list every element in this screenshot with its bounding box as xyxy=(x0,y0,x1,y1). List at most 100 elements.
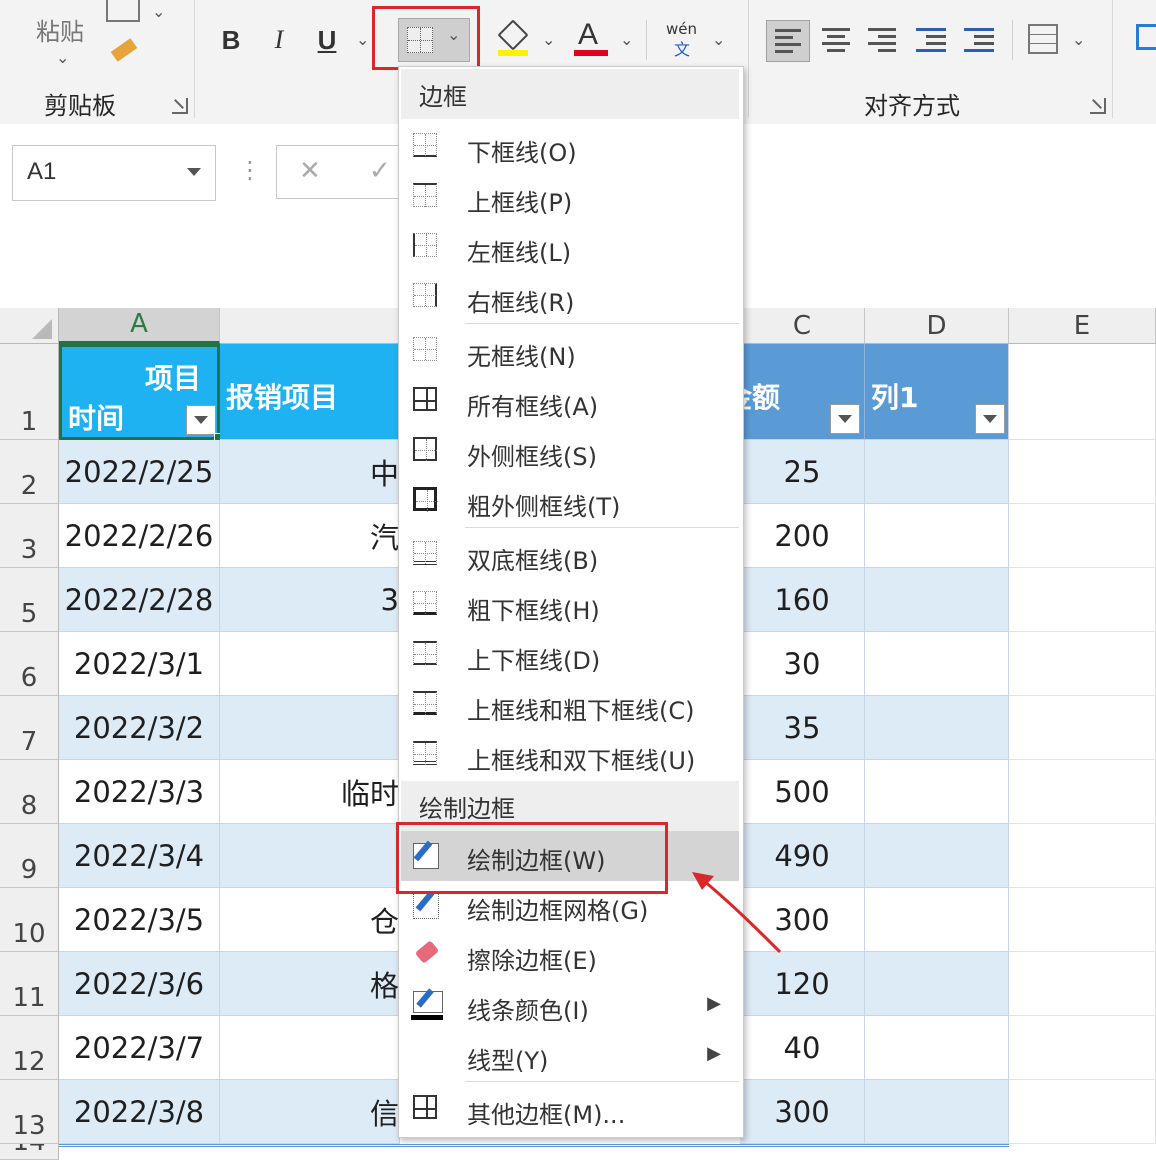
col1-cell[interactable] xyxy=(865,568,1009,632)
cell-e1[interactable] xyxy=(1009,344,1156,440)
date-cell[interactable]: 2022/2/28 xyxy=(59,568,220,632)
empty-cell[interactable] xyxy=(1009,440,1156,504)
row-header[interactable]: 6 xyxy=(0,632,59,696)
phonetic-dropdown-caret[interactable]: ⌄ xyxy=(712,30,725,49)
italic-button[interactable]: I xyxy=(264,22,294,58)
expense-cell[interactable] xyxy=(220,824,400,888)
col1-cell[interactable] xyxy=(865,1080,1009,1144)
menu-item-border-bottom[interactable]: 下框线(O) xyxy=(401,123,739,173)
row-header[interactable]: 8 xyxy=(0,760,59,824)
column-header-b[interactable] xyxy=(220,308,400,344)
col1-cell[interactable] xyxy=(865,440,1009,504)
col1-cell[interactable] xyxy=(865,696,1009,760)
date-cell[interactable]: 2022/3/2 xyxy=(59,696,220,760)
menu-item-border-outside[interactable]: 外侧框线(S) xyxy=(401,427,739,477)
font-color-icon[interactable]: A xyxy=(574,18,608,58)
empty-cell[interactable] xyxy=(1009,952,1156,1016)
menu-item-border-top[interactable]: 上框线(P) xyxy=(401,173,739,223)
expense-cell[interactable]: 汽 xyxy=(220,504,400,568)
bold-button[interactable]: B xyxy=(216,22,246,58)
column-header-d[interactable]: D xyxy=(865,308,1009,344)
column-header-c[interactable]: C xyxy=(740,308,865,344)
amount-cell[interactable]: 25 xyxy=(740,440,865,504)
paste-label[interactable]: 粘贴 xyxy=(36,12,84,47)
menu-item-border-topthick[interactable]: 上框线和粗下框线(C) xyxy=(401,681,739,731)
name-box[interactable]: A1 xyxy=(12,145,216,201)
header-cell-time-item[interactable]: 项目 时间 xyxy=(59,344,225,444)
menu-item-border-all[interactable]: 所有框线(A) xyxy=(401,377,739,427)
menu-item-more-borders[interactable]: 其他边框(M)... xyxy=(401,1085,739,1135)
amount-cell[interactable]: 35 xyxy=(740,696,865,760)
amount-cell[interactable]: 40 xyxy=(740,1016,865,1080)
row-header[interactable]: 1 xyxy=(0,344,59,440)
wrap-text-icon[interactable] xyxy=(1136,24,1156,50)
fill-color-icon[interactable] xyxy=(497,19,529,58)
column-header-a[interactable]: A xyxy=(59,308,220,344)
paste-dropdown-caret[interactable]: ⌄ xyxy=(56,48,69,67)
row-header[interactable]: 5 xyxy=(0,568,59,632)
date-cell[interactable]: 2022/2/26 xyxy=(59,504,220,568)
menu-item-border-right[interactable]: 右框线(R) xyxy=(401,273,739,323)
col1-cell[interactable] xyxy=(865,632,1009,696)
col1-cell[interactable] xyxy=(865,952,1009,1016)
date-cell[interactable]: 2022/3/4 xyxy=(59,824,220,888)
row-header[interactable]: 10 xyxy=(0,888,59,952)
filter-button-d[interactable] xyxy=(975,404,1005,434)
underline-dropdown-caret[interactable]: ⌄ xyxy=(356,30,369,49)
alignment-dialog-launcher[interactable] xyxy=(1090,98,1106,114)
expense-cell[interactable]: 信 xyxy=(220,1080,400,1144)
format-painter-icon[interactable] xyxy=(110,38,138,62)
column-header-e[interactable]: E xyxy=(1009,308,1156,344)
align-center-icon[interactable] xyxy=(820,24,856,58)
align-right-icon[interactable] xyxy=(866,24,902,58)
empty-cell[interactable] xyxy=(1009,504,1156,568)
amount-cell[interactable]: 300 xyxy=(740,1080,865,1144)
copy-icon[interactable] xyxy=(106,0,140,22)
menu-item-line-color[interactable]: 线条颜色(I) ▶ xyxy=(401,981,739,1031)
expense-cell[interactable]: 临时 xyxy=(220,760,400,824)
menu-item-border-thickbottom[interactable]: 粗下框线(H) xyxy=(401,581,739,631)
menu-item-line-style[interactable]: 线型(Y) ▶ xyxy=(401,1031,739,1081)
date-cell[interactable]: 2022/3/5 xyxy=(59,888,220,952)
col1-cell[interactable] xyxy=(865,760,1009,824)
amount-cell[interactable]: 160 xyxy=(740,568,865,632)
row-header[interactable]: 12 xyxy=(0,1016,59,1080)
expense-cell[interactable]: 中 xyxy=(220,440,400,504)
font-color-dropdown-caret[interactable]: ⌄ xyxy=(620,30,633,49)
expense-cell[interactable]: 格 xyxy=(220,952,400,1016)
empty-cell[interactable] xyxy=(1009,760,1156,824)
empty-cell[interactable] xyxy=(1009,824,1156,888)
formula-bar-more-icon[interactable]: ⋮ xyxy=(238,156,262,184)
merge-center-icon[interactable] xyxy=(1028,24,1058,54)
confirm-entry-icon[interactable]: ✓ xyxy=(369,156,391,186)
col1-cell[interactable] xyxy=(865,504,1009,568)
row-header[interactable]: 14 xyxy=(0,1144,59,1160)
increase-indent-icon[interactable] xyxy=(962,24,998,58)
select-all-corner[interactable] xyxy=(0,308,59,344)
menu-item-border-left[interactable]: 左框线(L) xyxy=(401,223,739,273)
empty-cell[interactable] xyxy=(1009,696,1156,760)
col1-cell[interactable] xyxy=(865,824,1009,888)
empty-cell[interactable] xyxy=(1009,632,1156,696)
empty-cell[interactable] xyxy=(1009,1016,1156,1080)
date-cell[interactable]: 2022/2/25 xyxy=(59,440,220,504)
align-left-icon[interactable] xyxy=(766,20,810,62)
underline-button[interactable]: U xyxy=(312,22,342,58)
filter-button-a[interactable] xyxy=(186,405,216,435)
phonetic-guide-icon[interactable]: wén 文 xyxy=(666,20,702,60)
amount-cell[interactable]: 120 xyxy=(740,952,865,1016)
amount-cell[interactable]: 500 xyxy=(740,760,865,824)
row-header[interactable]: 11 xyxy=(0,952,59,1016)
row-header[interactable]: 2 xyxy=(0,440,59,504)
expense-cell[interactable] xyxy=(220,696,400,760)
header-cell-col1[interactable]: 列1 xyxy=(865,344,1009,440)
menu-item-border-dblbottom[interactable]: 双底框线(B) xyxy=(401,531,739,581)
col1-cell[interactable] xyxy=(865,888,1009,952)
menu-item-border-topdbl[interactable]: 上框线和双下框线(U) xyxy=(401,731,739,781)
header-cell-amount[interactable]: 金额 xyxy=(724,344,865,440)
row-header[interactable]: 7 xyxy=(0,696,59,760)
empty-cell[interactable] xyxy=(1009,568,1156,632)
merge-dropdown-caret[interactable]: ⌄ xyxy=(1072,30,1085,49)
row-header[interactable]: 3 xyxy=(0,504,59,568)
expense-cell[interactable]: 3 xyxy=(220,568,400,632)
